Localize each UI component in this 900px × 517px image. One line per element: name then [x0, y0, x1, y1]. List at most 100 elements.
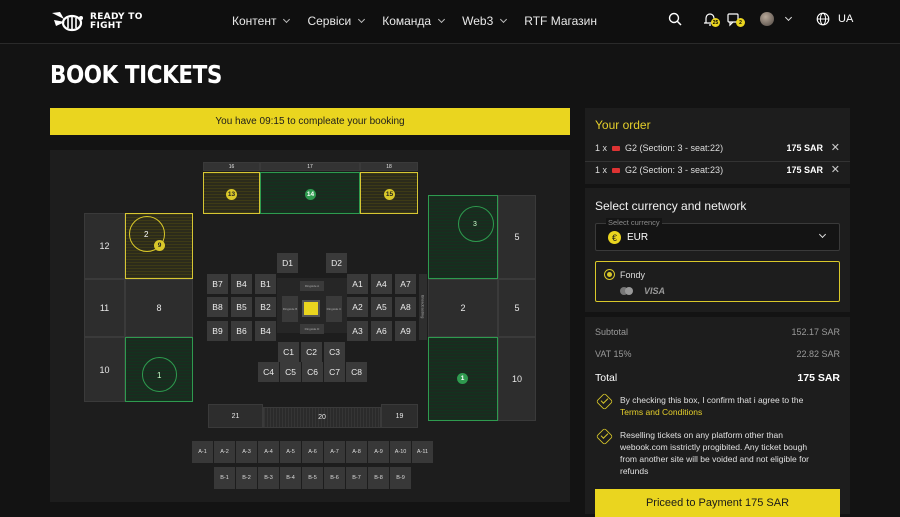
nav-content[interactable]: Контент	[232, 14, 291, 28]
seat-b-4[interactable]: B-4	[280, 467, 301, 489]
seat-c2[interactable]: C2	[301, 342, 322, 362]
seat-a6[interactable]: A6	[371, 321, 392, 341]
section-21[interactable]: 21	[208, 404, 263, 428]
seat-b-5[interactable]: B-5	[302, 467, 323, 489]
seat-c7[interactable]: C7	[324, 362, 345, 382]
seat-d2[interactable]: D2	[326, 253, 347, 273]
user-menu[interactable]	[760, 12, 793, 26]
remove-item-icon[interactable]: ✕	[831, 164, 840, 176]
seat-a5[interactable]: A5	[371, 297, 392, 317]
seat-a-2[interactable]: A-2	[214, 441, 235, 463]
seat-a9[interactable]: A9	[395, 321, 416, 341]
seat-a-5[interactable]: A-5	[280, 441, 301, 463]
payment-method-fondy[interactable]: Fondy VISA	[595, 261, 840, 302]
seat-a4[interactable]: A4	[371, 274, 392, 294]
nav-services[interactable]: Сервіси	[307, 14, 366, 28]
seat-c4[interactable]: C4	[258, 362, 279, 382]
seat-b2[interactable]: B2	[255, 297, 276, 317]
summary-panel: Subtotal 152.17 SAR VAT 15% 22.82 SAR To…	[585, 317, 850, 514]
seat-b5[interactable]: B5	[231, 297, 252, 317]
seat-a-8[interactable]: A-8	[346, 441, 367, 463]
seat-a-6[interactable]: A-6	[302, 441, 323, 463]
section-12[interactable]: 12	[84, 213, 125, 279]
seat-c5[interactable]: C5	[280, 362, 301, 382]
ticket-icon	[612, 167, 621, 173]
seat-a1[interactable]: A1	[347, 274, 368, 294]
section-2-right[interactable]: 2	[428, 279, 498, 337]
section-19[interactable]: 19	[381, 404, 418, 428]
seat-a-3[interactable]: A-3	[236, 441, 257, 463]
seat-b1[interactable]: B1	[255, 274, 276, 294]
seat-b7[interactable]: B7	[207, 274, 228, 294]
currency-select[interactable]: Select currency € EUR	[595, 218, 840, 251]
section-20[interactable]: 20	[263, 407, 381, 428]
vat-label: VAT 15%	[595, 349, 632, 359]
seat-c8[interactable]: C8	[346, 362, 367, 382]
seat-b4-b[interactable]: B4	[255, 321, 276, 341]
seat-b9[interactable]: B9	[207, 321, 228, 341]
ringside-d[interactable]: Ringside D	[300, 324, 324, 334]
seat-d1[interactable]: D1	[277, 253, 298, 273]
section-10-left[interactable]: 10	[84, 337, 125, 402]
order-title: Your order	[595, 118, 651, 132]
ringside-a[interactable]: Ringside A	[300, 281, 324, 291]
nav-web3[interactable]: Web3	[462, 14, 508, 28]
terms-link[interactable]: Terms and Conditions	[620, 407, 702, 417]
section-10-right[interactable]: 10	[498, 337, 536, 421]
resell-checkbox[interactable]	[595, 427, 614, 446]
nav-shop[interactable]: RTF Магазин	[524, 14, 597, 28]
section-5-top[interactable]: 5	[498, 195, 536, 279]
seat-a-4[interactable]: A-4	[258, 441, 279, 463]
section-18-label[interactable]: 18	[360, 162, 418, 171]
order-item-name: G2 (Section: 3 - seat:22)	[625, 143, 724, 153]
remove-item-icon[interactable]: ✕	[831, 142, 840, 154]
seat-b-6[interactable]: B-6	[324, 467, 345, 489]
seat-a-10[interactable]: A-10	[390, 441, 411, 463]
section-13-badge: 13	[226, 189, 237, 200]
globe-icon	[816, 12, 830, 26]
seat-a-11[interactable]: A-11	[412, 441, 433, 463]
proceed-to-payment-button[interactable]: Priceed to Payment 175 SAR	[595, 489, 840, 517]
ringside-b-label: Ringside B	[282, 307, 298, 311]
search-icon[interactable]	[668, 12, 682, 26]
seat-a-1[interactable]: A-1	[192, 441, 213, 463]
messages-icon[interactable]: 2	[727, 12, 745, 27]
section-8[interactable]: 8	[125, 279, 193, 337]
ringside-b[interactable]: Ringside B	[282, 296, 298, 322]
language-switcher[interactable]: UA	[816, 12, 853, 26]
bell-icon[interactable]: 25	[703, 12, 720, 27]
seat-b6[interactable]: B6	[231, 321, 252, 341]
section-16-label[interactable]: 16	[203, 162, 260, 171]
seat-a2[interactable]: A2	[347, 297, 368, 317]
seat-b-8[interactable]: B-8	[368, 467, 389, 489]
section-17-label[interactable]: 17	[260, 162, 360, 171]
seat-b-2[interactable]: B-2	[236, 467, 257, 489]
seat-a3[interactable]: A3	[347, 321, 368, 341]
resell-text-3: from another site will be voided and not…	[620, 454, 809, 464]
seat-b8[interactable]: B8	[207, 297, 228, 317]
seat-c3[interactable]: C3	[324, 342, 345, 362]
page-title: BOOK TICKETS	[50, 60, 222, 89]
section-14-badge: 14	[305, 189, 316, 200]
radio-selected-icon[interactable]	[604, 269, 615, 280]
nav-team[interactable]: Команда	[382, 14, 446, 28]
logo[interactable]: READY TO FIGHT	[50, 9, 143, 35]
seat-a7[interactable]: A7	[395, 274, 416, 294]
seat-a-9[interactable]: A-9	[368, 441, 389, 463]
ringside-a-label: Ringside A	[304, 284, 320, 288]
seat-a8[interactable]: A8	[395, 297, 416, 317]
ringside-c[interactable]: Ringside C	[326, 296, 342, 322]
seat-b-7[interactable]: B-7	[346, 467, 367, 489]
seat-b-1[interactable]: B-1	[214, 467, 235, 489]
seat-b-3[interactable]: B-3	[258, 467, 279, 489]
seat-a-7[interactable]: A-7	[324, 441, 345, 463]
section-11[interactable]: 11	[84, 279, 125, 337]
total-label: Total	[595, 372, 618, 384]
seat-c6[interactable]: C6	[302, 362, 323, 382]
seat-b4[interactable]: B4	[231, 274, 252, 294]
seat-c1[interactable]: C1	[278, 342, 299, 362]
section-5-mid[interactable]: 5	[498, 279, 536, 337]
broadcasting-strip: Broadcasting	[419, 274, 427, 340]
terms-checkbox[interactable]	[595, 392, 614, 411]
seat-b-9[interactable]: B-9	[390, 467, 411, 489]
